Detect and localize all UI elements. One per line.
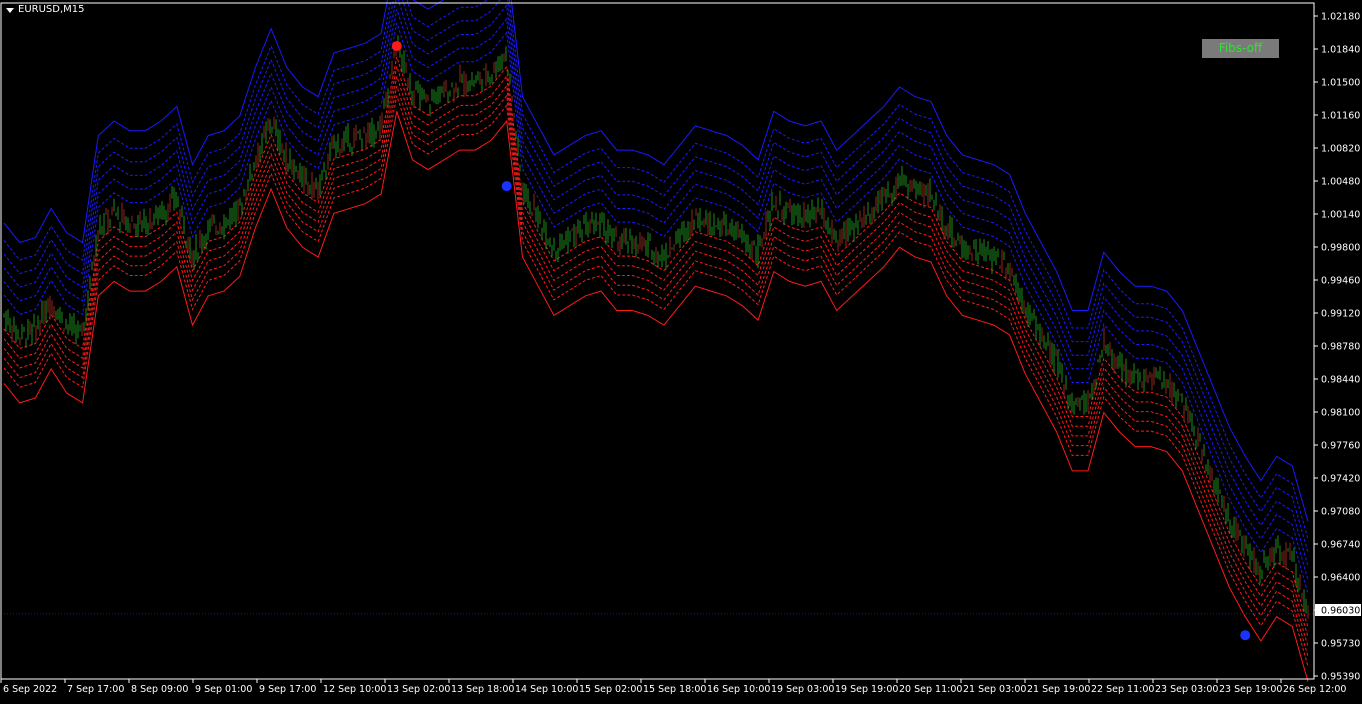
y-tick-label: 1.01840 — [1321, 45, 1360, 56]
triangle-down-icon[interactable] — [6, 7, 14, 13]
y-tick-label: 0.98440 — [1321, 375, 1360, 386]
x-tick-label: 13 Sep 02:00 — [387, 684, 450, 695]
x-tick-label: 23 Sep 19:00 — [1219, 684, 1282, 695]
x-tick-label: 13 Sep 18:00 — [451, 684, 514, 695]
y-tick-label: 0.98780 — [1321, 342, 1360, 353]
x-tick-label: 22 Sep 11:00 — [1091, 684, 1154, 695]
x-tick-label: 14 Sep 10:00 — [515, 684, 578, 695]
x-tick-label: 7 Sep 17:00 — [67, 684, 124, 695]
y-tick-label: 1.00140 — [1321, 210, 1360, 221]
y-tick-label: 0.98100 — [1321, 408, 1360, 419]
y-tick-label: 0.95390 — [1321, 672, 1360, 683]
x-tick-label: 21 Sep 19:00 — [1027, 684, 1090, 695]
y-tick-label: 0.99120 — [1321, 309, 1360, 320]
symbol-label: EURUSD,M15 — [18, 4, 85, 15]
y-tick-label: 1.02180 — [1321, 12, 1360, 23]
x-tick-label: 23 Sep 03:00 — [1155, 684, 1218, 695]
chart-canvas[interactable]: 1.02180 1.01840 1.01500 1.01160 1.00820 1.004… — [0, 0, 1362, 700]
y-tick-label: 0.99800 — [1321, 243, 1360, 254]
x-tick-label: 19 Sep 19:00 — [835, 684, 898, 695]
y-tick-label: 1.01160 — [1321, 111, 1360, 122]
y-tick-label: 0.96740 — [1321, 540, 1360, 551]
x-tick-label: 20 Sep 11:00 — [899, 684, 962, 695]
x-tick-label: 15 Sep 02:00 — [579, 684, 642, 695]
symbol-header[interactable]: EURUSD,M15 — [6, 4, 84, 16]
x-tick-label: 19 Sep 03:00 — [771, 684, 834, 695]
fibs-toggle-button[interactable]: Fibs-off — [1202, 39, 1279, 58]
buy-signal-marker — [501, 181, 512, 192]
y-tick-label: 1.00820 — [1321, 144, 1360, 155]
price-axis: 1.02180 1.01840 1.01500 1.01160 1.00820 1.004… — [1314, 12, 1361, 683]
y-tick-label: 0.99460 — [1321, 276, 1360, 287]
x-tick-label: 26 Sep 12:00 — [1283, 684, 1346, 695]
sell-signal-marker — [391, 41, 402, 52]
y-tick-label: 1.01500 — [1321, 78, 1360, 89]
buy-signal-marker — [1240, 630, 1251, 641]
x-tick-label: 6 Sep 2022 — [3, 684, 57, 695]
x-tick-label: 9 Sep 17:00 — [259, 684, 316, 695]
x-tick-label: 15 Sep 18:00 — [643, 684, 706, 695]
y-tick-label: 0.97420 — [1321, 474, 1360, 485]
y-tick-label: 0.95730 — [1321, 639, 1360, 650]
y-tick-label: 0.97760 — [1321, 441, 1360, 452]
x-tick-label: 8 Sep 09:00 — [131, 684, 188, 695]
x-tick-label: 16 Sep 10:00 — [707, 684, 770, 695]
y-tick-label: 0.97080 — [1321, 507, 1360, 518]
x-tick-label: 9 Sep 01:00 — [195, 684, 252, 695]
y-tick-label: 0.96400 — [1321, 573, 1360, 584]
current-price-label: 0.96030 — [1321, 606, 1360, 617]
chart-area[interactable]: 1.02180 1.01840 1.01500 1.01160 1.00820 1.004… — [0, 0, 1362, 700]
y-tick-label: 1.00480 — [1321, 177, 1360, 188]
x-tick-label: 12 Sep 10:00 — [323, 684, 386, 695]
x-tick-label: 21 Sep 03:00 — [963, 684, 1026, 695]
